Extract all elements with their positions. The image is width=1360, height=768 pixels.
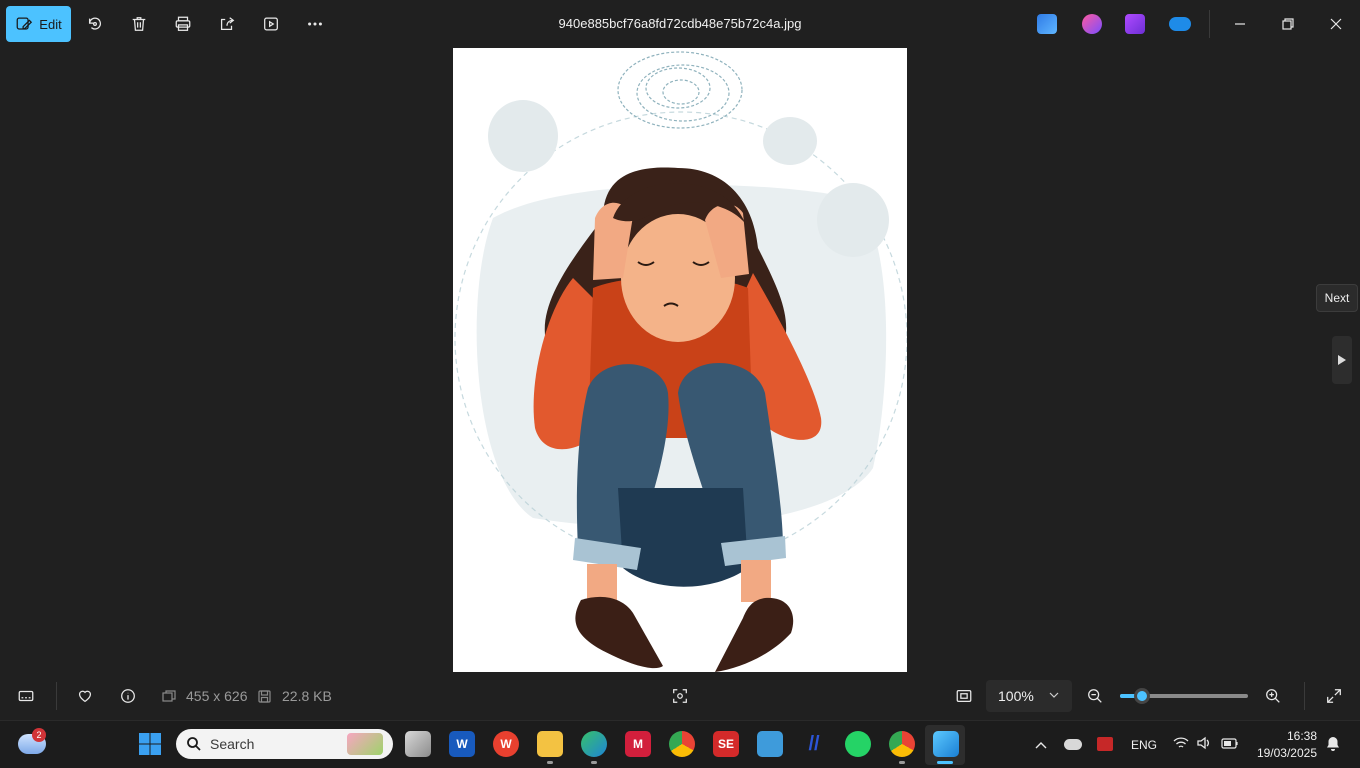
filmstrip-toggle-button[interactable]	[14, 684, 38, 708]
search-placeholder: Search	[210, 736, 255, 752]
search-highlight-image	[347, 733, 383, 755]
chevron-down-icon	[1049, 692, 1059, 698]
filmstrip-icon	[18, 690, 34, 702]
play-icon	[264, 17, 278, 31]
copilot-app-icon[interactable]	[1082, 14, 1102, 34]
battery-icon[interactable]	[1221, 738, 1239, 749]
favorite-button[interactable]	[73, 684, 97, 708]
zoom-in-button[interactable]	[1261, 684, 1285, 708]
delete-button[interactable]	[127, 12, 151, 36]
more-icon	[308, 22, 322, 26]
share-button[interactable]	[215, 12, 239, 36]
visual-search-icon	[673, 689, 687, 703]
chrome-browser-icon[interactable]	[669, 731, 695, 757]
onedrive-cloud-icon[interactable]	[1169, 17, 1191, 31]
dropbox-tray-icon[interactable]	[1097, 737, 1113, 751]
restore-button[interactable]	[1276, 12, 1300, 36]
visual-search-button[interactable]	[668, 684, 692, 708]
chrome-profile-icon[interactable]	[889, 731, 915, 757]
taskbar-search-input[interactable]: Search	[176, 729, 393, 759]
task-view-icon[interactable]	[405, 731, 431, 757]
minimize-icon	[1235, 23, 1245, 25]
dimensions-icon	[162, 690, 176, 702]
stylus-app-icon[interactable]: //	[801, 731, 827, 757]
search-icon	[187, 737, 201, 751]
next-tooltip: Next	[1316, 284, 1358, 312]
info-icon	[121, 689, 135, 703]
file-explorer-icon[interactable]	[537, 731, 563, 757]
start-button[interactable]	[137, 731, 163, 757]
image-dimensions: 455 x 626	[186, 688, 248, 704]
expand-icon	[1327, 689, 1341, 703]
file-size: 22.8 KB	[282, 688, 332, 704]
se-app-icon[interactable]: SE	[713, 731, 739, 757]
info-bar-divider-right	[1304, 682, 1305, 710]
rotate-icon	[88, 17, 101, 30]
mendeley-app-icon[interactable]: M	[625, 731, 651, 757]
fit-window-icon	[956, 689, 972, 703]
zoom-in-icon	[1266, 689, 1280, 703]
windows-logo-icon	[139, 733, 161, 755]
heart-icon	[78, 690, 92, 703]
explorer-running-indicator	[547, 761, 553, 764]
clock-time[interactable]: 16:38	[1255, 729, 1317, 743]
notification-count-badge: 2	[32, 728, 46, 742]
zoom-level-dropdown[interactable]: 100%	[986, 680, 1072, 712]
photos-app-icon[interactable]	[933, 731, 959, 757]
edit-label: Edit	[39, 16, 62, 32]
more-options-button[interactable]	[303, 12, 327, 36]
printer-icon	[175, 16, 191, 31]
displayed-image[interactable]	[453, 48, 907, 672]
toolbar-divider	[1209, 10, 1210, 38]
info-bar: 455 x 626 22.8 KB 100%	[0, 672, 1360, 720]
trash-icon	[132, 17, 146, 31]
share-icon	[220, 17, 235, 31]
save-disk-icon	[258, 690, 271, 703]
info-bar-divider	[56, 682, 57, 710]
next-image-button[interactable]	[1332, 336, 1352, 384]
anxious-woman-illustration	[454, 51, 907, 672]
wifi-icon[interactable]	[1173, 736, 1189, 750]
edge-browser-icon[interactable]	[581, 731, 607, 757]
photos-app-window: Edit 940e885bcf76a8fd72cdb48e75b72c4a.jp…	[0, 0, 1360, 720]
close-icon	[1330, 18, 1342, 30]
zoom-value: 100%	[998, 688, 1034, 704]
slideshow-button[interactable]	[259, 12, 283, 36]
file-info-button[interactable]	[116, 684, 140, 708]
zoom-slider[interactable]	[1120, 688, 1248, 704]
wps-office-icon[interactable]: W	[493, 731, 519, 757]
designer-app-icon[interactable]	[1037, 14, 1057, 34]
zoom-slider-thumb[interactable]	[1134, 688, 1150, 704]
full-screen-button[interactable]	[1322, 684, 1346, 708]
fit-to-window-button[interactable]	[952, 684, 976, 708]
edit-button[interactable]: Edit	[6, 6, 71, 42]
clock-date[interactable]: 19/03/2025	[1250, 746, 1317, 760]
edge-running-indicator	[591, 761, 597, 764]
rotate-button[interactable]	[83, 12, 107, 36]
volume-icon[interactable]	[1196, 736, 1212, 750]
chrome-running-indicator	[899, 761, 905, 764]
notepad-app-icon[interactable]	[757, 731, 783, 757]
photos-active-indicator	[937, 761, 953, 764]
top-toolbar: Edit 940e885bcf76a8fd72cdb48e75b72c4a.jp…	[0, 0, 1360, 48]
zoom-out-icon	[1088, 689, 1102, 703]
chevron-up-icon[interactable]	[1034, 739, 1048, 751]
file-name-title: 940e885bcf76a8fd72cdb48e75b72c4a.jpg	[558, 16, 802, 31]
zoom-out-button[interactable]	[1083, 684, 1107, 708]
language-indicator[interactable]: ENG	[1131, 738, 1157, 752]
close-button[interactable]	[1324, 12, 1348, 36]
clipchamp-app-icon[interactable]	[1125, 14, 1145, 34]
minimize-button[interactable]	[1228, 12, 1252, 36]
word-app-icon[interactable]: W	[449, 731, 475, 757]
notification-bell-icon[interactable]	[1325, 736, 1341, 752]
whatsapp-icon[interactable]	[845, 731, 871, 757]
restore-icon	[1282, 18, 1294, 30]
onedrive-tray-icon[interactable]	[1064, 739, 1082, 750]
next-arrow-icon	[1338, 355, 1346, 365]
edit-image-icon	[16, 17, 33, 30]
print-button[interactable]	[171, 12, 195, 36]
